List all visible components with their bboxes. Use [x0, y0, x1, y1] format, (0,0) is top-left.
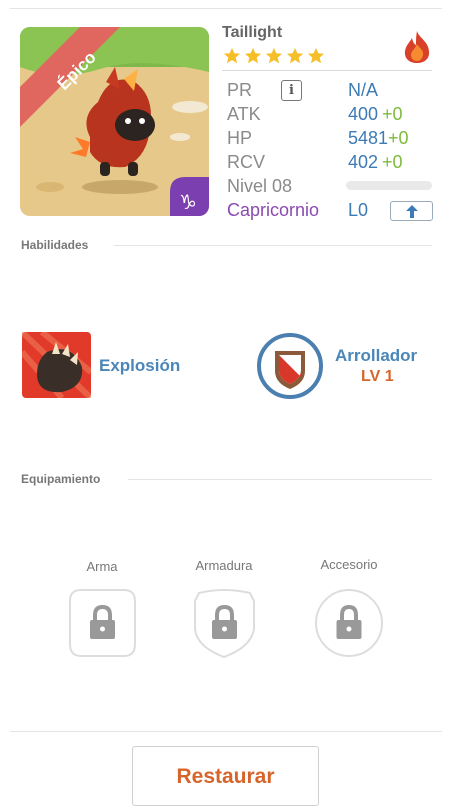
star-icon — [244, 47, 262, 64]
equipment-divider — [128, 479, 432, 480]
pet-portrait[interactable]: Épico ♑ — [20, 27, 209, 216]
weapon-slot[interactable] — [69, 589, 136, 657]
restore-button[interactable]: Restaurar — [132, 746, 319, 806]
sign-value: L0 — [348, 200, 369, 220]
hp-value-row: 5481+0 — [348, 128, 409, 149]
star-rating — [223, 47, 325, 65]
accessory-slot[interactable] — [314, 588, 384, 658]
weapon-slot-label: Arma — [86, 559, 118, 574]
equipment-section-title: Equipamiento — [21, 472, 101, 486]
rcv-value: 402 — [348, 152, 379, 172]
info-icon[interactable]: i — [281, 80, 302, 101]
rcv-label: RCV — [227, 152, 266, 172]
atk-value: 400 — [348, 104, 379, 124]
explosion-skill-icon[interactable] — [22, 332, 91, 398]
pet-name: Taillight — [222, 24, 283, 41]
top-divider — [10, 8, 442, 9]
footer-divider — [10, 731, 442, 732]
trample-skill-icon[interactable] — [257, 333, 323, 399]
rcv-bonus: +0 — [382, 152, 403, 172]
armor-slot[interactable] — [191, 589, 258, 659]
skills-divider — [114, 245, 432, 246]
level-label: Nivel 08 — [227, 176, 293, 196]
star-icon — [223, 47, 241, 64]
skill-name-arrollador[interactable]: Arrollador — [335, 346, 417, 366]
pr-label: PR — [227, 80, 253, 100]
star-icon — [286, 47, 304, 64]
hp-value: 5481 — [348, 128, 389, 148]
rcv-value-row: 402 +0 — [348, 152, 403, 173]
star-icon — [265, 47, 283, 64]
stats-divider — [222, 70, 432, 71]
skill-level: LV 1 — [361, 368, 394, 385]
atk-bonus: +0 — [382, 104, 403, 124]
capricorn-icon: ♑ — [179, 190, 197, 214]
atk-label: ATK — [227, 104, 261, 124]
xp-progress-bar — [346, 181, 432, 190]
upgrade-button[interactable] — [390, 201, 433, 221]
atk-value-row: 400 +0 — [348, 104, 403, 125]
sign-label: Capricornio — [227, 200, 320, 220]
arrow-up-icon — [405, 204, 418, 218]
star-icon — [307, 47, 325, 64]
fire-icon — [404, 31, 430, 63]
pr-value: N/A — [348, 80, 379, 100]
hp-label: HP — [227, 128, 253, 148]
skills-section-title: Habilidades — [21, 238, 89, 252]
hp-bonus: +0 — [388, 128, 409, 148]
skill-name-explosion[interactable]: Explosión — [99, 356, 180, 376]
accessory-slot-label: Accesorio — [320, 557, 378, 572]
armor-slot-label: Armadura — [195, 558, 253, 573]
